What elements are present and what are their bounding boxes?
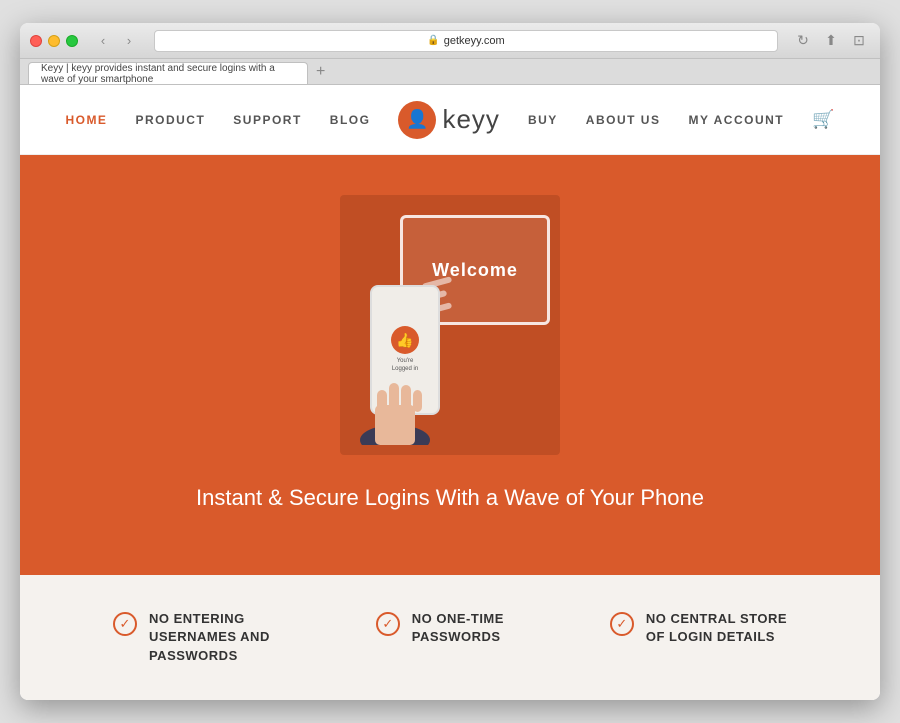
address-bar[interactable]: 🔒 getkeyy.com xyxy=(154,30,778,52)
forward-button[interactable]: › xyxy=(118,30,140,52)
maximize-button[interactable] xyxy=(66,35,78,47)
website-content: HOME PRODUCT SUPPORT BLOG 👤 keyy BUY ABO… xyxy=(20,85,880,700)
feature-check-icon-2: ✓ xyxy=(376,612,400,636)
hand-svg xyxy=(355,355,450,445)
nav-buy[interactable]: BUY xyxy=(528,113,558,127)
nav-support[interactable]: SUPPORT xyxy=(233,113,302,127)
tab-title: Keyy | keyy provides instant and secure … xyxy=(41,63,295,85)
nav-logo[interactable]: 👤 keyy xyxy=(398,101,499,139)
features-bar: ✓ NO ENTERINGUSERNAMES ANDPASSWORDS ✓ NO… xyxy=(20,575,880,700)
feature-item-2: ✓ NO ONE-TIMEPASSWORDS xyxy=(376,610,504,646)
feature-check-icon-1: ✓ xyxy=(113,612,137,636)
resize-button[interactable]: ⊡ xyxy=(848,30,870,52)
new-tab-button[interactable]: + xyxy=(312,63,329,81)
logo-text: keyy xyxy=(442,104,499,135)
nav-about[interactable]: ABOUT US xyxy=(586,113,661,127)
minimize-button[interactable] xyxy=(48,35,60,47)
nav-product[interactable]: PRODUCT xyxy=(135,113,205,127)
nav-home[interactable]: HOME xyxy=(65,113,107,127)
feature-check-icon-3: ✓ xyxy=(610,612,634,636)
feature-item-3: ✓ NO CENTRAL STOREOF LOGIN DETAILS xyxy=(610,610,787,646)
monitor-mockup: Welcome 👍 You'reLogged in xyxy=(350,205,550,445)
refresh-button[interactable]: ↻ xyxy=(792,30,814,52)
active-tab[interactable]: Keyy | keyy provides instant and secure … xyxy=(28,62,308,84)
url-text: getkeyy.com xyxy=(444,35,505,47)
nav-blog[interactable]: BLOG xyxy=(330,113,371,127)
browser-nav: ‹ › xyxy=(92,30,140,52)
nav-list: HOME PRODUCT SUPPORT BLOG 👤 keyy BUY ABO… xyxy=(65,101,834,139)
feature-item-1: ✓ NO ENTERINGUSERNAMES ANDPASSWORDS xyxy=(113,610,270,665)
logo-icon: 👤 xyxy=(398,101,436,139)
feature-text-3: NO CENTRAL STOREOF LOGIN DETAILS xyxy=(646,610,787,646)
browser-titlebar: ‹ › 🔒 getkeyy.com ↻ ⬆ ⊡ xyxy=(20,23,880,59)
feature-text-2: NO ONE-TIMEPASSWORDS xyxy=(412,610,504,646)
hero-section: Welcome 👍 You'reLogged in xyxy=(20,155,880,575)
hero-image: Welcome 👍 You'reLogged in xyxy=(340,195,560,455)
browser-window: ‹ › 🔒 getkeyy.com ↻ ⬆ ⊡ Keyy | keyy prov… xyxy=(20,23,880,700)
feature-text-1: NO ENTERINGUSERNAMES ANDPASSWORDS xyxy=(149,610,270,665)
browser-tabbar: Keyy | keyy provides instant and secure … xyxy=(20,59,880,85)
share-button[interactable]: ⬆ xyxy=(820,30,842,52)
cart-icon: 🛒 xyxy=(812,109,834,129)
hero-tagline: Instant & Secure Logins With a Wave of Y… xyxy=(196,485,704,511)
site-nav: HOME PRODUCT SUPPORT BLOG 👤 keyy BUY ABO… xyxy=(20,85,880,155)
back-button[interactable]: ‹ xyxy=(92,30,114,52)
close-button[interactable] xyxy=(30,35,42,47)
phone-thumbs-up-icon: 👍 xyxy=(391,326,419,354)
lock-icon: 🔒 xyxy=(427,35,439,46)
nav-account[interactable]: MY ACCOUNT xyxy=(688,113,784,127)
nav-cart[interactable]: 🛒 xyxy=(812,109,834,130)
